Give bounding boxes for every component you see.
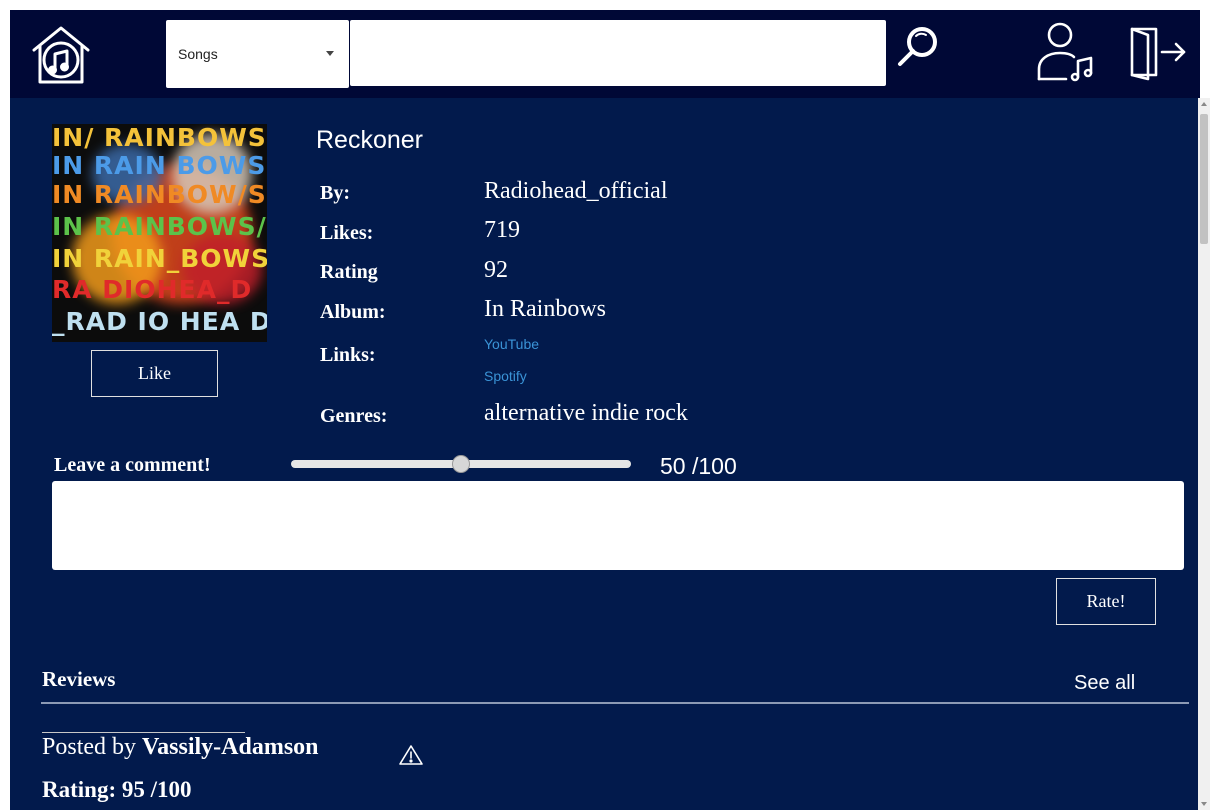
rating-slider-value: 50 /100 <box>660 453 737 479</box>
by-label: By: <box>320 182 350 204</box>
song-detail-panel: IN/ RAINBOWS IN RAIN BOWS IN RAINBOW/S I… <box>10 98 1198 810</box>
album-label: Album: <box>320 301 386 323</box>
logout-icon[interactable] <box>1128 23 1190 81</box>
genres-value: alternative indie rock <box>484 400 688 426</box>
see-all-link[interactable]: See all <box>1074 672 1135 695</box>
review-divider <box>42 732 245 733</box>
album-text-line: IN/ RAINBOWS <box>52 124 267 152</box>
genres-label: Genres: <box>320 405 388 427</box>
rating-slider-handle[interactable] <box>452 455 470 473</box>
search-category-select[interactable]: Songs <box>166 20 349 88</box>
search-input[interactable] <box>350 20 886 86</box>
album-value: In Rainbows <box>484 296 606 322</box>
review-author-line: Posted by Vassily-Adamson <box>42 734 319 761</box>
comment-input[interactable] <box>52 481 1184 570</box>
album-text-line: IN RAINBOWS/ <box>52 212 267 241</box>
album-text-line: IN RAIN_BOWS <box>52 244 267 273</box>
album-text-line: IN RAIN BOWS <box>52 151 267 180</box>
scrollbar-thumb[interactable] <box>1200 114 1208 244</box>
search-icon[interactable] <box>894 23 942 71</box>
review-author[interactable]: Vassily-Adamson <box>142 734 319 760</box>
chevron-down-icon <box>326 51 334 56</box>
album-text-line: RA DIOHEA_D <box>52 275 253 304</box>
youtube-link[interactable]: YouTube <box>484 336 539 352</box>
album-text-line: _RAD IO HEA D <box>52 307 267 336</box>
comment-label: Leave a comment! <box>54 454 211 476</box>
album-text-line: IN RAINBOW/S <box>52 180 267 209</box>
rating-label: Rating <box>320 261 378 283</box>
scroll-up-arrow-icon[interactable] <box>1201 102 1207 106</box>
scrollbar[interactable] <box>1198 98 1210 810</box>
artist-value: Radiohead_official <box>484 178 668 204</box>
report-warning-icon[interactable] <box>398 744 424 766</box>
links-label: Links: <box>320 344 376 366</box>
song-title: Reckoner <box>316 126 423 154</box>
rate-button[interactable]: Rate! <box>1056 578 1156 625</box>
divider <box>41 702 1189 704</box>
review-rating: Rating: 95 /100 <box>42 777 192 802</box>
posted-by-text: Posted by <box>42 734 143 760</box>
reviews-heading: Reviews <box>42 667 116 691</box>
spotify-link[interactable]: Spotify <box>484 368 527 384</box>
user-music-icon[interactable] <box>1036 21 1096 83</box>
top-bar: Songs <box>10 10 1200 98</box>
scroll-down-arrow-icon[interactable] <box>1201 802 1207 806</box>
likes-value: 719 <box>484 217 520 243</box>
album-cover: IN/ RAINBOWS IN RAIN BOWS IN RAINBOW/S I… <box>52 124 267 342</box>
likes-label: Likes: <box>320 222 374 244</box>
home-music-icon[interactable] <box>28 22 94 88</box>
like-button[interactable]: Like <box>91 350 218 397</box>
rating-value: 92 <box>484 257 508 283</box>
search-category-value: Songs <box>178 46 218 62</box>
